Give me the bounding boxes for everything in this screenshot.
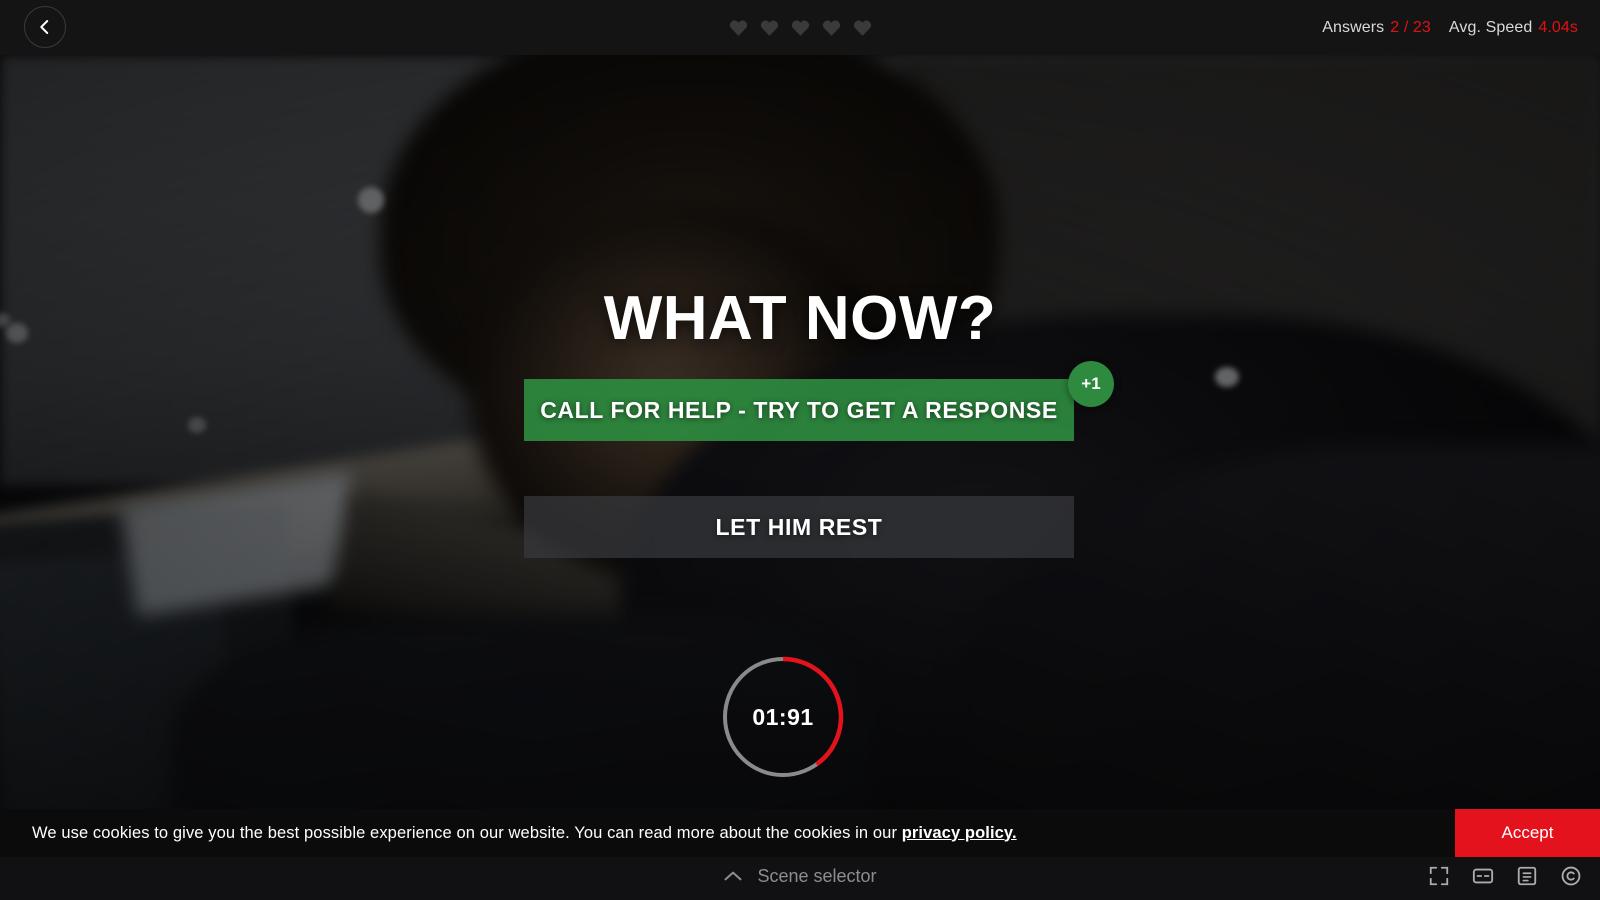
answer-option-2[interactable]: LET HIM REST [524,496,1074,558]
heart-icon [760,20,778,36]
answer-list: CALL FOR HELP - TRY TO GET A RESPONSE LE… [524,379,1074,558]
copyright-icon[interactable] [1560,865,1582,887]
fullscreen-icon[interactable] [1428,865,1450,887]
answer-option-1[interactable]: CALL FOR HELP - TRY TO GET A RESPONSE [524,379,1074,441]
cookie-message: We use cookies to give you the best poss… [32,824,1017,843]
answer-option-2-label: LET HIM REST [715,513,883,540]
scene-selector-button[interactable]: Scene selector [0,866,1600,887]
scene-selector-label: Scene selector [757,865,877,886]
timer-value: 01:91 [752,703,814,730]
heart-icon [791,20,809,36]
answer-option-1-label: CALL FOR HELP - TRY TO GET A RESPONSE [540,396,1058,423]
speed-value: 4.04s [1538,18,1578,36]
heart-icon [853,20,871,36]
answers-value: 2 / 23 [1390,18,1431,36]
speed-label: Avg. Speed [1448,18,1533,36]
countdown-timer: 01:91 [719,653,847,781]
player-control-bar: Scene selector [0,852,1600,900]
score-badge: +1 [1068,361,1114,407]
heart-icon [729,20,747,36]
answers-stat: Answers 2 / 23 [1322,19,1431,37]
quiz-player-app: WHAT NOW? CALL FOR HELP - TRY TO GET A R… [0,0,1600,900]
cookie-banner: We use cookies to give you the best poss… [0,809,1600,857]
privacy-policy-link[interactable]: privacy policy. [902,824,1017,842]
quiz-overlay: WHAT NOW? CALL FOR HELP - TRY TO GET A R… [0,55,1600,900]
subtitles-icon[interactable] [1472,865,1494,887]
quality-icon[interactable] [1516,865,1538,887]
cookie-message-text: We use cookies to give you the best poss… [32,823,902,842]
speed-stat: Avg. Speed 4.04s [1449,19,1578,37]
player-icon-group [1428,865,1582,887]
top-bar: Answers 2 / 23 Avg. Speed 4.04s [0,0,1600,55]
heart-icon [822,20,840,36]
stats-group: Answers 2 / 23 Avg. Speed 4.04s [1322,0,1578,55]
video-stage[interactable]: WHAT NOW? CALL FOR HELP - TRY TO GET A R… [0,55,1600,900]
question-title: WHAT NOW? [603,284,997,353]
accept-cookies-button[interactable]: Accept [1455,809,1600,857]
answers-label: Answers [1322,18,1385,36]
chevron-up-icon [724,871,742,881]
